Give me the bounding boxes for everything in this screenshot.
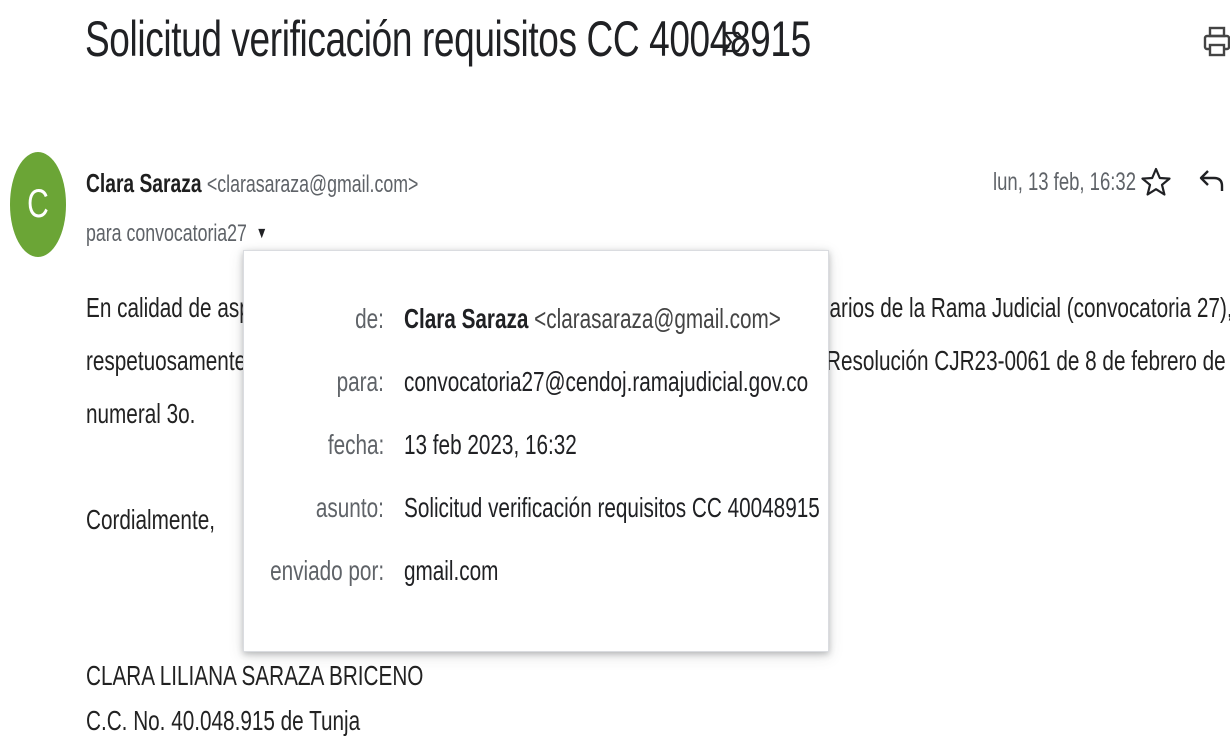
details-from-value: Clara Saraza <clarasaraza@gmail.com> (404, 303, 781, 335)
details-sent-by-value: gmail.com (404, 555, 499, 586)
signature-id: C.C. No. 40.048.915 de Tunja (86, 705, 361, 736)
chevron-down-icon[interactable]: ▼ (256, 225, 268, 243)
reply-icon[interactable] (1198, 167, 1226, 193)
email-subject: Solicitud verificación requisitos CC 400… (85, 11, 811, 67)
details-subject-value: Solicitud verificación requisitos CC 400… (404, 492, 820, 523)
star-icon[interactable] (1140, 166, 1172, 198)
details-sent-by-label: enviado por: (269, 555, 384, 586)
message-details-popup: de: Clara Saraza <clarasaraza@gmail.com>… (243, 250, 829, 652)
body-line-right: Resolución CJR23-0061 de 8 de febrero de… (826, 345, 1230, 376)
closing-text: Cordialmente, (86, 504, 215, 535)
recipient-label: para convocatoria27 (86, 220, 247, 247)
important-marker-icon[interactable] (722, 30, 748, 54)
details-to-value: convocatoria27@cendoj.ramajudicial.gov.c… (404, 366, 809, 397)
details-date-label: fecha: (327, 429, 384, 460)
body-line: numeral 3o. (86, 398, 196, 429)
print-icon[interactable] (1203, 24, 1230, 60)
details-from-name: Clara Saraza (404, 303, 529, 334)
avatar-letter: C (27, 182, 49, 226)
details-subject-label: asunto: (316, 492, 384, 523)
body-line-right: narios de la Rama Judicial (convocatoria… (818, 292, 1230, 323)
signature-name: CLARA LILIANA SARAZA BRICENO (86, 660, 424, 691)
recipient-summary[interactable]: para convocatoria27 ▼ (86, 220, 268, 248)
email-date: lun, 13 feb, 16:32 (993, 168, 1136, 196)
sender-email: <clarasaraza@gmail.com> (206, 171, 419, 198)
sender-name[interactable]: Clara Saraza (86, 168, 202, 198)
avatar[interactable]: C (10, 152, 66, 257)
sender-line: Clara Saraza <clarasaraza@gmail.com> (86, 168, 418, 199)
details-to-label: para: (336, 366, 384, 397)
details-date-value: 13 feb 2023, 16:32 (404, 429, 577, 460)
details-from-label: de: (355, 303, 384, 334)
details-from-email: <clarasaraza@gmail.com> (534, 303, 781, 334)
